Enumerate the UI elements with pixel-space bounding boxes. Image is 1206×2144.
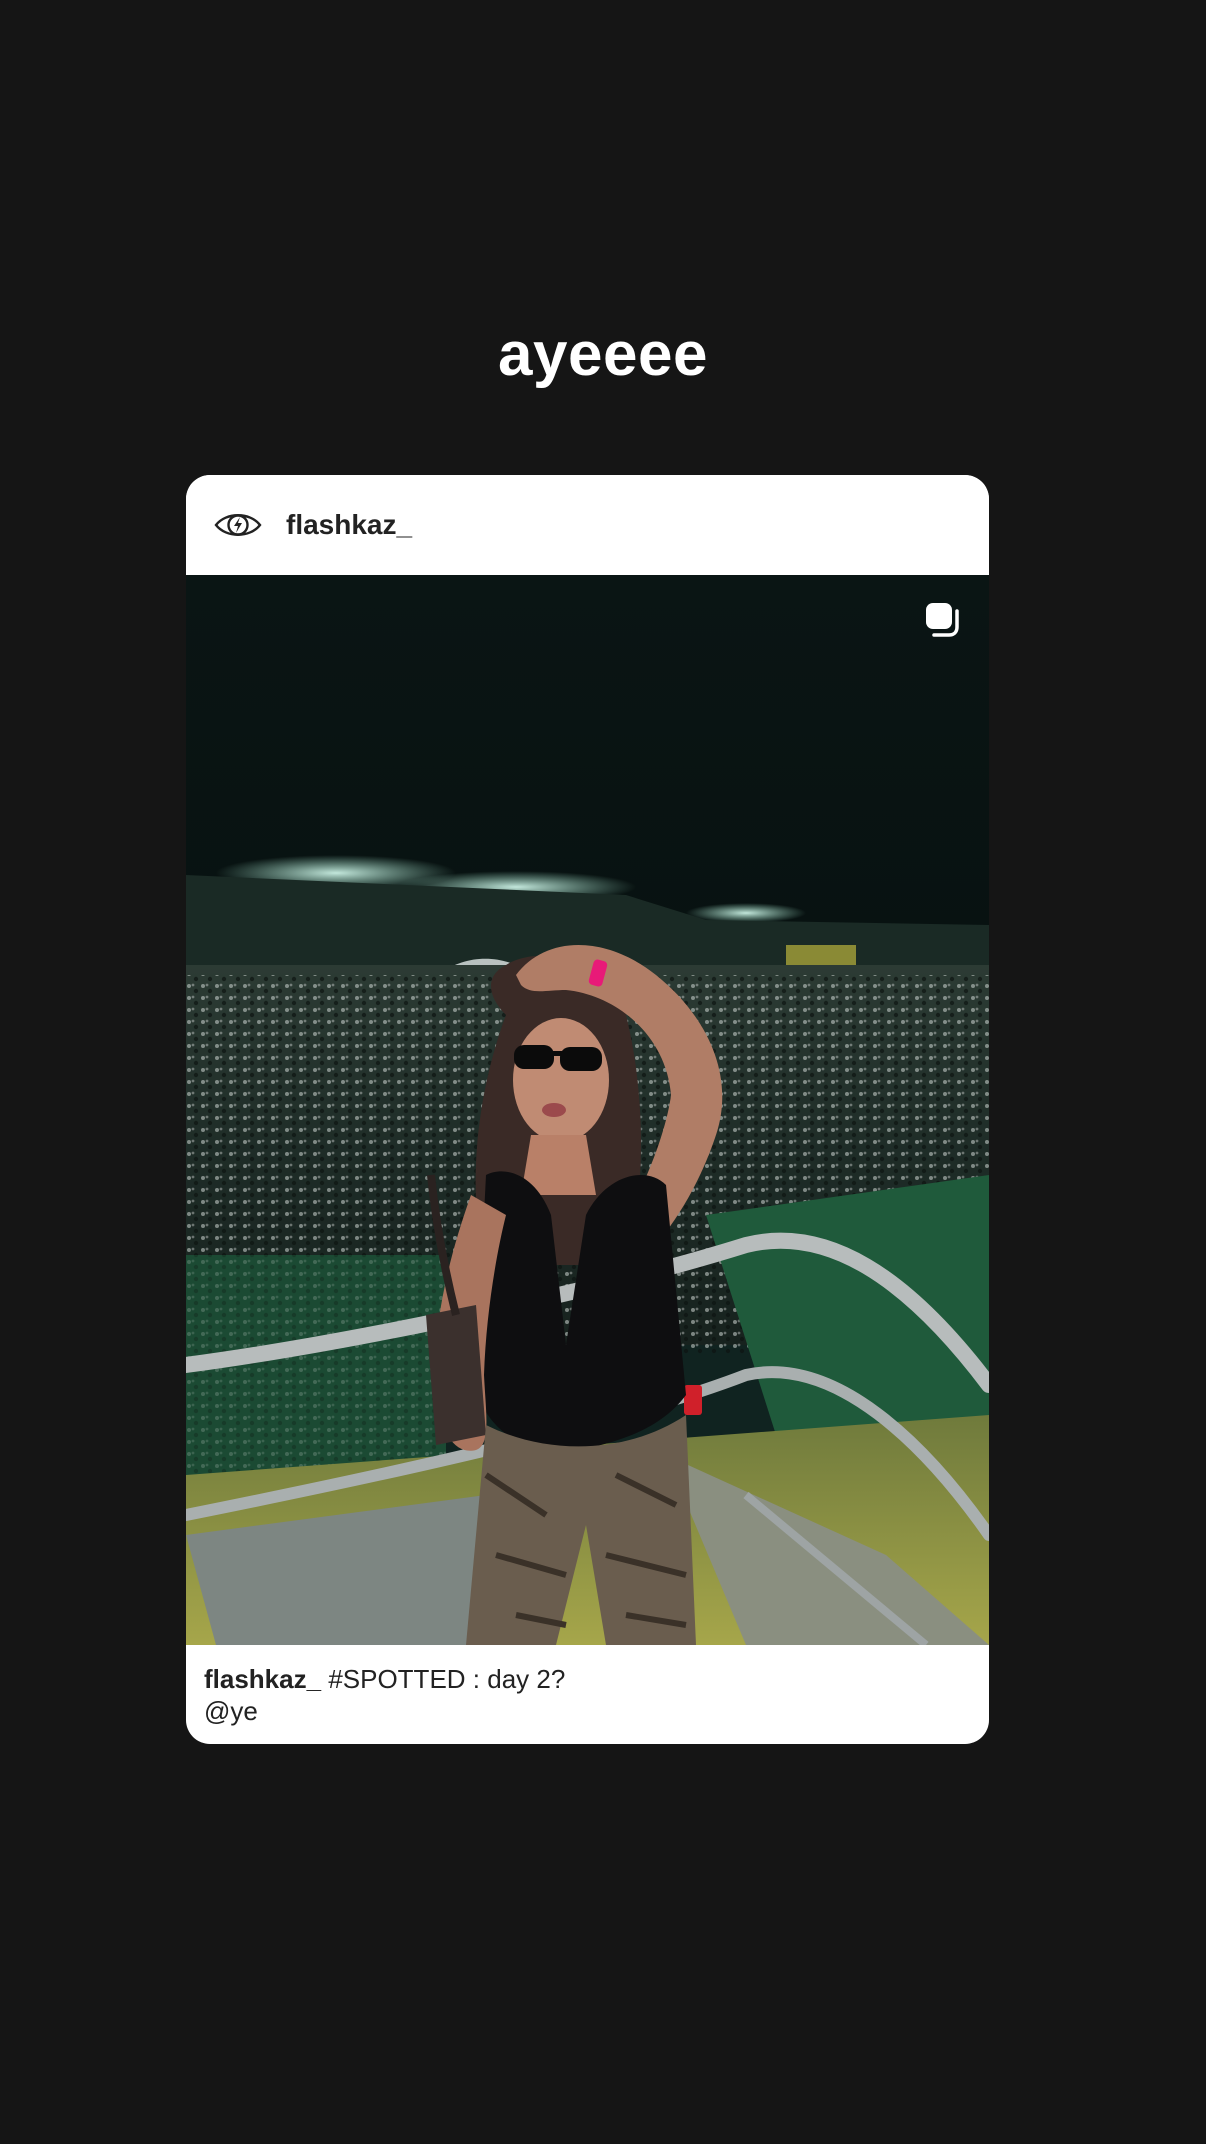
caption-line-1: flashkaz_ #SPOTTED : day 2? (204, 1663, 974, 1695)
caption-text: #SPOTTED : day 2? (328, 1664, 566, 1694)
eye-lightning-icon (214, 514, 262, 536)
caption-username[interactable]: flashkaz_ (204, 1664, 321, 1694)
post-photo[interactable] (186, 575, 989, 1645)
multiple-images-icon (926, 603, 959, 637)
post-username[interactable]: flashkaz_ (286, 505, 412, 545)
caption-mention[interactable]: @ye (204, 1695, 974, 1727)
page-title: ayeeee (498, 320, 708, 389)
post-header: flashkaz_ (186, 475, 989, 575)
post-card[interactable]: flashkaz_ flashkaz_ #SPOTTED: day 2? @y… (186, 475, 989, 1744)
post-caption: flashkaz_ #SPOTTED : day 2? @ye (204, 1663, 974, 1727)
